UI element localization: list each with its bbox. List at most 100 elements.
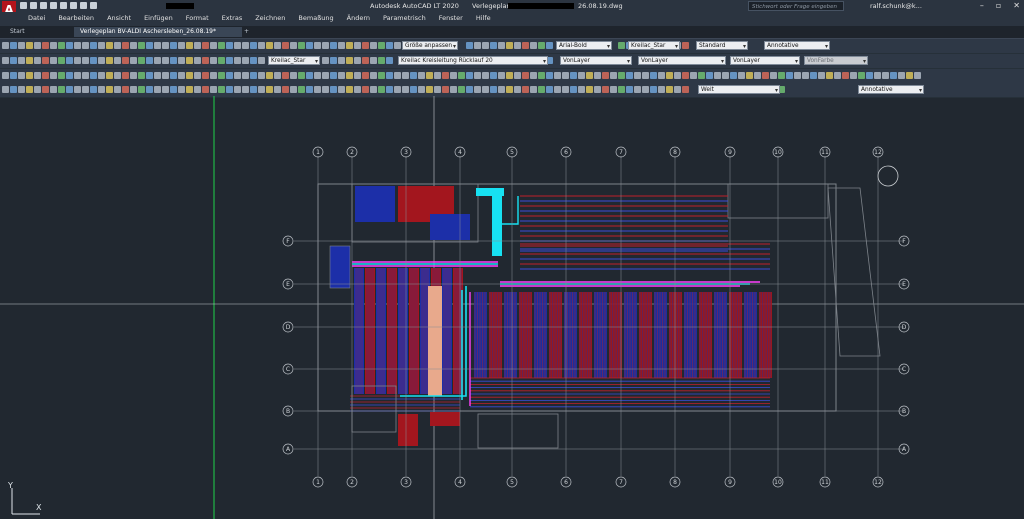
toolbar-tool-icon[interactable]: [514, 72, 521, 79]
toolbar-tool-icon[interactable]: [202, 72, 209, 79]
toolbar-tool-icon[interactable]: [322, 42, 329, 49]
toolbar-tool-icon[interactable]: [306, 86, 313, 93]
toolbar-tool-icon[interactable]: [242, 86, 249, 93]
toolbar-tool-icon[interactable]: [418, 86, 425, 93]
toolbar-tool-icon[interactable]: [682, 86, 689, 93]
toolbar-tool-icon[interactable]: [234, 72, 241, 79]
toolbar-tool-icon[interactable]: [290, 86, 297, 93]
toolbar-tool-icon[interactable]: [530, 72, 537, 79]
toolbar-tool-icon[interactable]: [458, 86, 465, 93]
toolbar-tool-icon[interactable]: [218, 57, 225, 64]
menu-parametrisch[interactable]: Parametrisch: [383, 14, 426, 22]
toolbar-tool-icon[interactable]: [322, 86, 329, 93]
toolbar-tool-icon[interactable]: [346, 42, 353, 49]
toolbar-tool-icon[interactable]: [306, 42, 313, 49]
toolbar-tool-icon[interactable]: [162, 86, 169, 93]
toolbar-tool-icon[interactable]: [42, 86, 49, 93]
toolbar-tool-icon[interactable]: [434, 72, 441, 79]
toolbar-tool-icon[interactable]: [146, 86, 153, 93]
toolbar-tool-icon[interactable]: [346, 72, 353, 79]
toolbar-tool-icon[interactable]: [602, 72, 609, 79]
toolbar-tool-icon[interactable]: [482, 72, 489, 79]
toolbar-tool-icon[interactable]: [194, 72, 201, 79]
toolbar-tool-icon[interactable]: [162, 57, 169, 64]
toolbar-tool-icon[interactable]: [154, 72, 161, 79]
toolbar-tool-icon[interactable]: [330, 72, 337, 79]
toolbar-tool-icon[interactable]: [530, 42, 537, 49]
toolbar-tool-icon[interactable]: [266, 72, 273, 79]
toolbar-tool-icon[interactable]: [234, 42, 241, 49]
toolbar-tool-icon[interactable]: [186, 72, 193, 79]
plot-icon[interactable]: [90, 2, 97, 9]
toolbar-tool-icon[interactable]: [98, 57, 105, 64]
toolbar-tool-icon[interactable]: [386, 57, 393, 64]
toolbar-tool-icon[interactable]: [914, 72, 921, 79]
toolbar-tool-icon[interactable]: [258, 86, 265, 93]
toolbar-tool-icon[interactable]: [26, 72, 33, 79]
toolbar-tool-icon[interactable]: [642, 72, 649, 79]
toolbar-tool-icon[interactable]: [258, 72, 265, 79]
toolbar-tool-icon[interactable]: [2, 72, 9, 79]
toolbar-tool-icon[interactable]: [618, 42, 625, 49]
toolbar-tool-icon[interactable]: [178, 42, 185, 49]
toolbar-tool-icon[interactable]: [426, 72, 433, 79]
toolbar-tool-icon[interactable]: [338, 42, 345, 49]
toolbar-tool-icon[interactable]: [90, 57, 97, 64]
toolbar-tool-icon[interactable]: [594, 72, 601, 79]
toolbar-tool-icon[interactable]: [802, 72, 809, 79]
new-tab-button[interactable]: +: [238, 27, 255, 37]
toolbar-tool-icon[interactable]: [834, 72, 841, 79]
toolbar-tool-icon[interactable]: [522, 86, 529, 93]
toolbar-tool-icon[interactable]: [402, 86, 409, 93]
toolbar-tool-icon[interactable]: [26, 42, 33, 49]
toolbar-tool-icon[interactable]: [346, 86, 353, 93]
close-icon[interactable]: ✕: [1013, 1, 1020, 10]
toolbar-tool-icon[interactable]: [522, 72, 529, 79]
toolbar-tool-icon[interactable]: [386, 86, 393, 93]
toolbar-tool-icon[interactable]: [322, 57, 329, 64]
toolbar-tool-icon[interactable]: [370, 42, 377, 49]
toolbar-tool-icon[interactable]: [746, 72, 753, 79]
toolbar-tool-icon[interactable]: [266, 86, 273, 93]
toolbar-tool-icon[interactable]: [170, 86, 177, 93]
toolbar-tool-icon[interactable]: [282, 86, 289, 93]
toolbar-tool-icon[interactable]: [474, 86, 481, 93]
toolbar-tool-icon[interactable]: [218, 86, 225, 93]
toolbar-tool-icon[interactable]: [42, 72, 49, 79]
tab-document[interactable]: Verlegeplan BV-ALDI Aschersleben_26.08.1…: [74, 27, 242, 37]
toolbar-tool-icon[interactable]: [378, 72, 385, 79]
toolbar-tool-icon[interactable]: [482, 86, 489, 93]
toolbar-tool-icon[interactable]: [466, 72, 473, 79]
toolbar-tool-icon[interactable]: [554, 86, 561, 93]
toolbar-tool-icon[interactable]: [66, 72, 73, 79]
toolbar-tool-icon[interactable]: [170, 72, 177, 79]
linetype-combo[interactable]: VonLayer: [638, 56, 726, 65]
toolbar-tool-icon[interactable]: [634, 72, 641, 79]
toolbar-tool-icon[interactable]: [122, 57, 129, 64]
toolbar-tool-icon[interactable]: [682, 42, 689, 49]
save-icon[interactable]: [40, 2, 47, 9]
toolbar-tool-icon[interactable]: [178, 86, 185, 93]
menu-extras[interactable]: Extras: [222, 14, 243, 22]
toolbar-tool-icon[interactable]: [378, 42, 385, 49]
toolbar-tool-icon[interactable]: [98, 72, 105, 79]
toolbar-tool-icon[interactable]: [186, 42, 193, 49]
toolbar-tool-icon[interactable]: [242, 57, 249, 64]
toolbar-tool-icon[interactable]: [226, 86, 233, 93]
toolbar-tool-icon[interactable]: [154, 86, 161, 93]
drawing-viewport[interactable]: 112233445566778899101011111212F FE ED DC CB B…: [0, 96, 1024, 519]
toolbar-tool-icon[interactable]: [394, 42, 401, 49]
toolbar-tool-icon[interactable]: [210, 42, 217, 49]
toolbar-tool-icon[interactable]: [594, 86, 601, 93]
toolbar-tool-icon[interactable]: [2, 42, 9, 49]
toolbar-tool-icon[interactable]: [202, 86, 209, 93]
text-style-combo[interactable]: Arial-Bold: [556, 41, 612, 50]
toolbar-tool-icon[interactable]: [314, 86, 321, 93]
toolbar-tool-icon[interactable]: [698, 72, 705, 79]
toolbar-tool-icon[interactable]: [234, 86, 241, 93]
toolbar-tool-icon[interactable]: [778, 72, 785, 79]
toolbar-tool-icon[interactable]: [50, 57, 57, 64]
toolbar-tool-icon[interactable]: [122, 86, 129, 93]
menu-bearbeiten[interactable]: Bearbeiten: [58, 14, 94, 22]
toolbar-tool-icon[interactable]: [114, 86, 121, 93]
